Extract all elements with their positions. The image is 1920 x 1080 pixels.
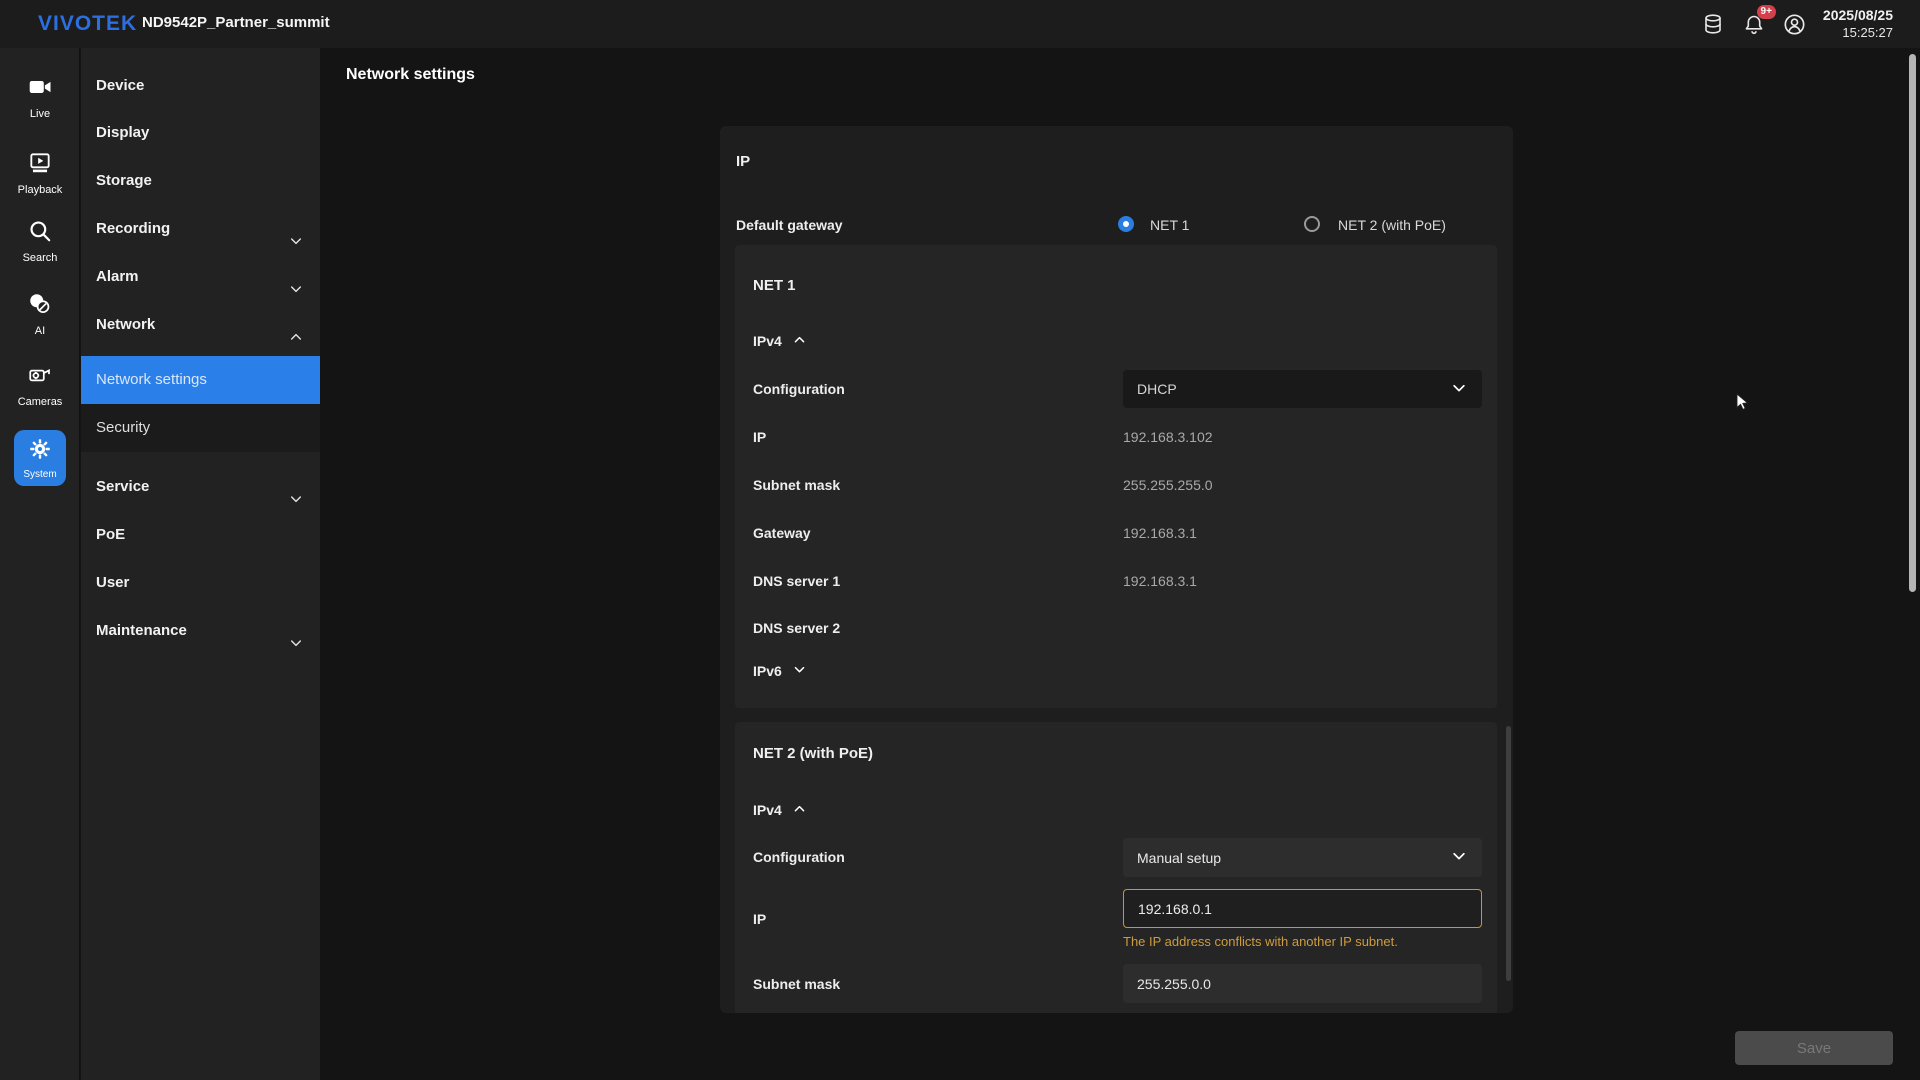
date-label: 2025/08/25 xyxy=(1823,7,1893,25)
net1-dns1-label: DNS server 1 xyxy=(753,573,840,589)
radio-net2[interactable] xyxy=(1304,216,1320,232)
sidebar-item-network[interactable]: Network xyxy=(81,301,320,349)
net2-configuration-label: Configuration xyxy=(753,849,845,865)
nav-label: Playback xyxy=(0,184,80,196)
sidebar-item-service[interactable]: Service xyxy=(81,463,320,511)
system-gear-icon xyxy=(28,448,52,465)
storage-status-icon[interactable] xyxy=(1700,11,1726,37)
nav-cameras[interactable]: Cameras xyxy=(0,362,80,408)
sidebar-item-device[interactable]: Device xyxy=(81,62,320,110)
net2-ip-label: IP xyxy=(753,911,766,927)
ip-conflict-error: The IP address conflicts with another IP… xyxy=(1123,934,1398,949)
nav-ai[interactable]: AI xyxy=(0,291,80,337)
net1-ipv6-toggle[interactable]: IPv6 xyxy=(753,662,807,680)
user-account-icon[interactable] xyxy=(1782,11,1808,37)
nav-playback[interactable]: Playback xyxy=(0,150,80,196)
nav-system[interactable]: System xyxy=(14,430,66,486)
nav-search[interactable]: Search xyxy=(0,218,80,264)
sidebar-item-display[interactable]: Display xyxy=(81,109,320,157)
network-submenu: Network settings Security xyxy=(81,356,320,452)
settings-sidebar: Device Display Storage Recording Alarm N… xyxy=(81,48,320,1080)
chevron-down-icon xyxy=(792,662,807,680)
net2-ip-input[interactable] xyxy=(1123,889,1482,928)
net2-subnet-input[interactable] xyxy=(1123,964,1482,1003)
chevron-down-icon xyxy=(288,623,304,671)
cameras-icon xyxy=(27,375,53,392)
net1-subnet-value: 255.255.255.0 xyxy=(1123,477,1213,493)
net1-ip-value: 192.168.3.102 xyxy=(1123,429,1213,445)
nav-label: Live xyxy=(0,108,80,120)
page-scrollbar-thumb[interactable] xyxy=(1909,54,1916,592)
panel-scrollbar-thumb[interactable] xyxy=(1506,726,1511,981)
chevron-up-icon xyxy=(792,801,807,819)
net2-configuration-select[interactable]: Manual setup xyxy=(1123,838,1482,877)
device-title: ND9542P_Partner_summit xyxy=(142,14,330,31)
radio-net2-label[interactable]: NET 2 (with PoE) xyxy=(1338,217,1446,233)
net2-subnet-label: Subnet mask xyxy=(753,976,840,992)
net1-title: NET 1 xyxy=(753,277,796,294)
mouse-cursor xyxy=(1735,393,1753,416)
top-bar: VIVOTEK ND9542P_Partner_summit 9+ xyxy=(0,0,1920,48)
chevron-down-icon xyxy=(1450,379,1468,400)
vivotek-logo: VIVOTEK xyxy=(38,12,137,36)
notification-bell-icon[interactable]: 9+ xyxy=(1741,11,1767,37)
ipv6-label: IPv6 xyxy=(753,663,782,679)
radio-net1[interactable] xyxy=(1118,216,1134,232)
sidebar-item-network-settings[interactable]: Network settings xyxy=(81,356,320,404)
net2-section: NET 2 (with PoE) IPv4 Configuration Manu… xyxy=(735,722,1497,1013)
sidebar-item-alarm[interactable]: Alarm xyxy=(81,253,320,301)
ip-section-title: IP xyxy=(736,153,750,170)
ai-icon xyxy=(27,304,53,321)
sidebar-item-maintenance[interactable]: Maintenance xyxy=(81,607,320,655)
net1-ip-label: IP xyxy=(753,429,766,445)
net2-configuration-value: Manual setup xyxy=(1137,850,1221,866)
sidebar-item-poe[interactable]: PoE xyxy=(81,511,320,559)
search-icon xyxy=(27,231,53,248)
sidebar-item-security[interactable]: Security xyxy=(81,404,320,452)
net1-dns2-label: DNS server 2 xyxy=(753,620,840,636)
time-label: 15:25:27 xyxy=(1823,25,1893,41)
net1-section: NET 1 IPv4 Configuration DHCP IP 192.168… xyxy=(735,245,1497,708)
net1-configuration-value: DHCP xyxy=(1137,381,1177,397)
net1-configuration-label: Configuration xyxy=(753,381,845,397)
nav-label: System xyxy=(14,469,66,480)
sidebar-item-user[interactable]: User xyxy=(81,559,320,607)
nav-rail: Live Playback Search AI xyxy=(0,48,80,1080)
playback-icon xyxy=(27,163,53,180)
net1-configuration-select[interactable]: DHCP xyxy=(1123,370,1482,408)
ipv4-label: IPv4 xyxy=(753,333,782,349)
live-camera-icon xyxy=(27,87,53,104)
sidebar-item-storage[interactable]: Storage xyxy=(81,157,320,205)
chevron-down-icon xyxy=(1450,847,1468,868)
net1-dns1-value: 192.168.3.1 xyxy=(1123,573,1197,589)
sidebar-item-recording[interactable]: Recording xyxy=(81,205,320,253)
net1-gateway-value: 192.168.3.1 xyxy=(1123,525,1197,541)
page-title: Network settings xyxy=(346,66,475,84)
ip-settings-panel: IP Default gateway NET 1 NET 2 (with PoE… xyxy=(720,126,1513,1013)
net1-subnet-label: Subnet mask xyxy=(753,477,840,493)
datetime: 2025/08/25 15:25:27 xyxy=(1823,7,1893,41)
ipv4-label: IPv4 xyxy=(753,802,782,818)
net2-ipv4-toggle[interactable]: IPv4 xyxy=(753,801,807,819)
nav-label: Search xyxy=(0,252,80,264)
nav-label: AI xyxy=(0,325,80,337)
save-button[interactable]: Save xyxy=(1735,1031,1893,1065)
net2-title: NET 2 (with PoE) xyxy=(753,745,873,762)
topbar-actions: 9+ 2025/08/25 15:25:27 xyxy=(1700,5,1893,43)
chevron-up-icon xyxy=(792,332,807,350)
net1-gateway-label: Gateway xyxy=(753,525,811,541)
notification-badge: 9+ xyxy=(1757,5,1776,19)
radio-net1-label[interactable]: NET 1 xyxy=(1150,217,1189,233)
default-gateway-label: Default gateway xyxy=(736,217,843,233)
nav-label: Cameras xyxy=(0,396,80,408)
net1-ipv4-toggle[interactable]: IPv4 xyxy=(753,332,807,350)
nav-live[interactable]: Live xyxy=(0,74,80,120)
